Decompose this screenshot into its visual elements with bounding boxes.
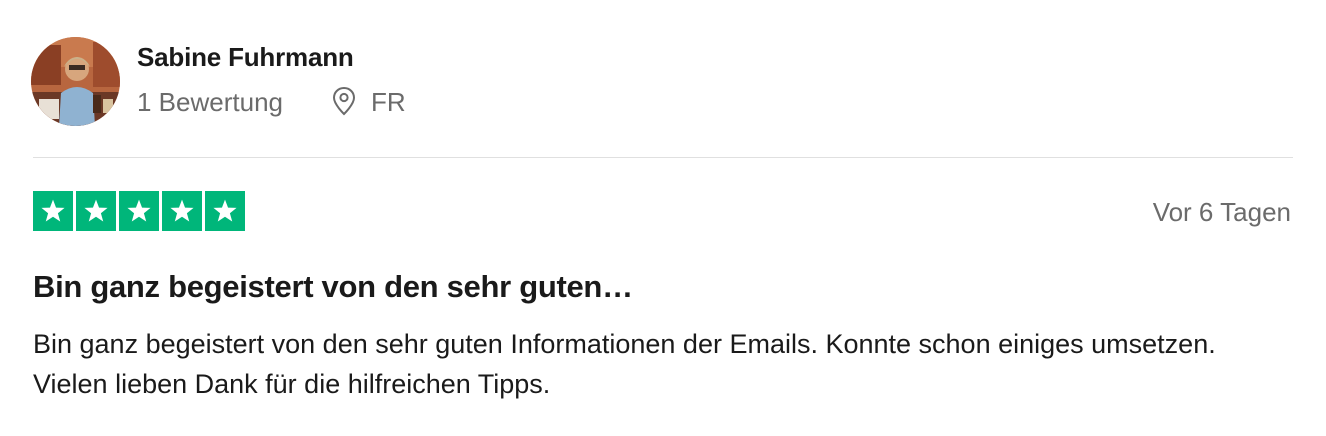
star-icon xyxy=(76,191,116,231)
review-title[interactable]: Bin ganz begeistert von den sehr guten… xyxy=(33,267,633,307)
review-body: Bin ganz begeistert von den sehr guten I… xyxy=(33,329,1216,399)
reviewer-location: FR xyxy=(371,87,406,117)
avatar[interactable] xyxy=(31,37,120,126)
review-count: 1 Bewertung xyxy=(137,87,283,117)
divider xyxy=(33,157,1293,158)
review-card: Sabine Fuhrmann 1 Bewertung FR Vor 6 Tag… xyxy=(0,0,1326,436)
star-icon xyxy=(33,191,73,231)
reviewer-name[interactable]: Sabine Fuhrmann xyxy=(137,41,354,73)
star-rating xyxy=(33,191,245,231)
star-icon xyxy=(119,191,159,231)
user-photo-icon xyxy=(31,37,120,126)
star-icon xyxy=(162,191,202,231)
review-date: Vor 6 Tagen xyxy=(1152,197,1291,227)
location-pin-icon xyxy=(332,86,356,116)
star-icon xyxy=(205,191,245,231)
